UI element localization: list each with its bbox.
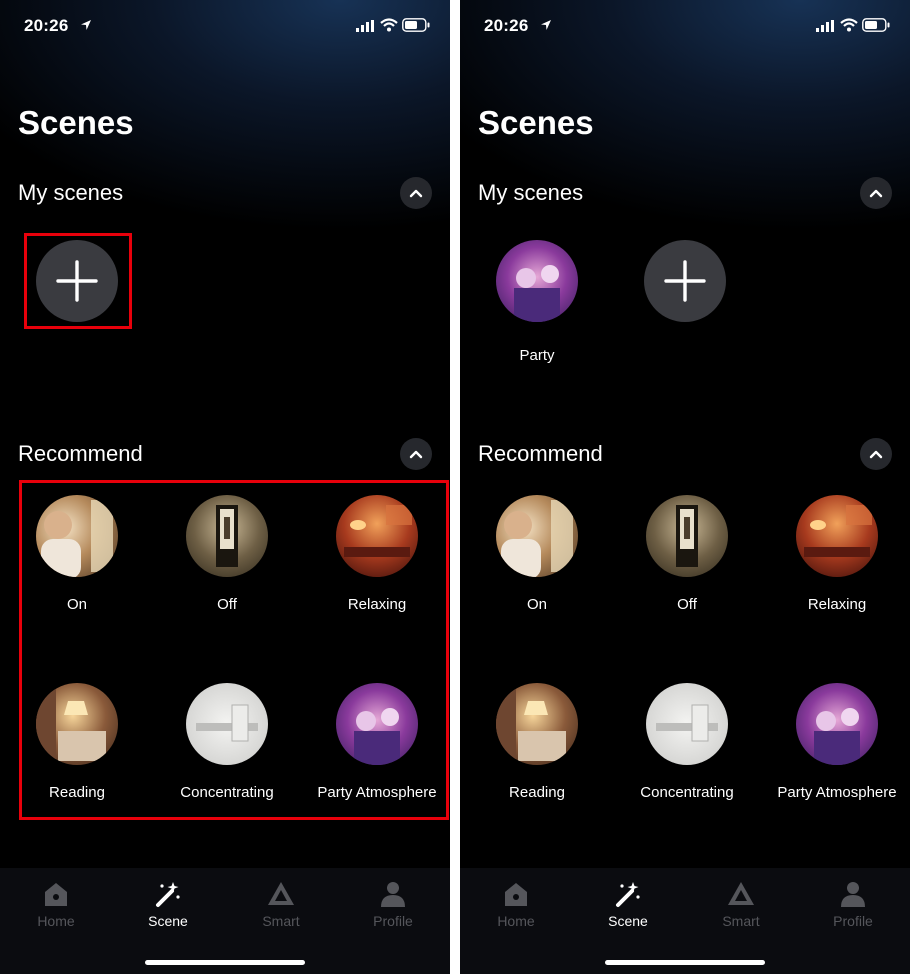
home-icon (505, 883, 527, 906)
cellular-signal-icon (816, 20, 834, 32)
my-scenes-title: My scenes (478, 180, 584, 205)
recommend-title: Recommend (478, 441, 603, 466)
scene-label: Relaxing (807, 596, 867, 613)
scene-label: Off (677, 596, 697, 613)
bottom-tab-bar: Home Scene Smart Profile (460, 868, 910, 974)
scene-label: Concentrating (640, 784, 734, 801)
scene-card-relaxing[interactable]: Relaxing (762, 495, 910, 613)
page-title: Scenes (478, 104, 594, 141)
chevron-up-icon (869, 189, 883, 198)
tab-home[interactable]: Home (471, 880, 561, 929)
status-bar: 20:26 (484, 16, 892, 38)
scene-label: On (526, 596, 547, 613)
add-scene-button[interactable] (644, 240, 726, 322)
scene-label: Reading (509, 784, 565, 801)
scene-card-party-atmosphere[interactable]: Party Atmosphere (762, 683, 910, 801)
home-indicator (605, 960, 765, 965)
my-scene-card-party[interactable]: Party (477, 240, 597, 364)
smart-triangle-icon (268, 882, 294, 905)
scene-thumbnail-party (496, 240, 578, 322)
plus-icon (664, 260, 706, 302)
chevron-up-icon (409, 450, 423, 459)
cellular-signal-icon (356, 20, 374, 32)
location-arrow-icon (81, 20, 91, 30)
scene-card-on[interactable]: On (462, 495, 612, 613)
recommend-collapse-button[interactable] (860, 438, 892, 470)
scene-card-concentrating[interactable]: Concentrating (612, 683, 762, 801)
highlight-box-add-button (24, 233, 132, 329)
scene-card-reading[interactable]: Reading (462, 683, 612, 801)
phone-screen-before: 20:26 Scenes My scenes Recommend On Off … (0, 0, 450, 974)
battery-icon (862, 18, 890, 32)
wifi-icon (380, 18, 398, 32)
scene-label: Party (519, 347, 555, 364)
tab-smart[interactable]: Smart (236, 880, 326, 929)
battery-icon (402, 18, 430, 32)
tab-scene[interactable]: Scene (583, 880, 673, 929)
chevron-up-icon (869, 450, 883, 459)
profile-icon (841, 882, 865, 907)
my-scenes-collapse-button[interactable] (400, 177, 432, 209)
chevron-up-icon (409, 189, 423, 198)
magic-wand-icon (616, 882, 640, 907)
magic-wand-icon (156, 882, 180, 907)
scene-thumbnail-party-atmosphere (796, 683, 878, 765)
profile-icon (381, 882, 405, 907)
wifi-icon (840, 18, 858, 32)
home-indicator (145, 960, 305, 965)
scene-card-off[interactable]: Off (612, 495, 762, 613)
tab-smart[interactable]: Smart (696, 880, 786, 929)
status-time: 20:26 (24, 16, 69, 35)
status-bar: 20:26 (24, 16, 432, 38)
recommend-collapse-button[interactable] (400, 438, 432, 470)
status-time: 20:26 (484, 16, 529, 35)
location-arrow-icon (541, 20, 551, 30)
smart-triangle-icon (728, 882, 754, 905)
scene-label: Party Atmosphere (777, 784, 897, 801)
tab-profile[interactable]: Profile (808, 880, 898, 929)
recommend-title: Recommend (18, 441, 143, 466)
bottom-tab-bar: Home Scene Smart Profile (0, 868, 450, 974)
scene-thumbnail-relaxing (796, 495, 878, 577)
tab-home[interactable]: Home (11, 880, 101, 929)
scene-thumbnail-off (646, 495, 728, 577)
scene-thumbnail-reading (496, 683, 578, 765)
highlight-box-recommend (19, 480, 449, 820)
home-icon (45, 883, 67, 906)
scene-thumbnail-on (496, 495, 578, 579)
tab-profile[interactable]: Profile (348, 880, 438, 929)
my-scenes-title: My scenes (18, 180, 124, 205)
phone-screen-after: 20:26 Scenes My scenes Party Recommend O… (460, 0, 910, 974)
my-scenes-collapse-button[interactable] (860, 177, 892, 209)
scene-thumbnail-concentrating (646, 683, 728, 765)
page-title: Scenes (18, 104, 134, 141)
tab-scene[interactable]: Scene (123, 880, 213, 929)
